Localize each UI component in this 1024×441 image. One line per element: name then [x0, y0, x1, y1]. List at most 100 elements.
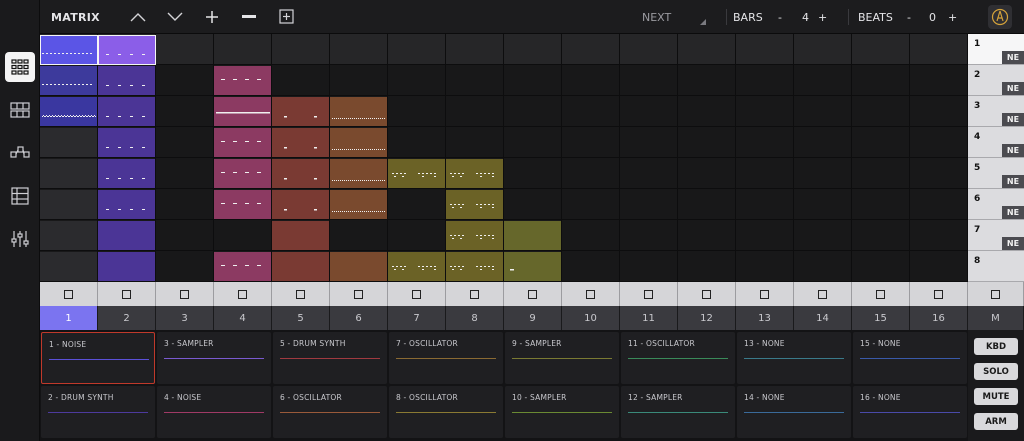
empty-clip-slot[interactable] [562, 251, 620, 282]
track-select-button[interactable]: 8 [446, 306, 504, 330]
empty-clip-slot[interactable] [388, 96, 446, 127]
empty-clip-slot[interactable] [562, 158, 620, 189]
clip-cell[interactable] [272, 159, 330, 189]
scene-launch-button[interactable]: 6 NE [968, 189, 1024, 220]
device-slot[interactable]: 6 - OSCILLATOR [273, 386, 387, 438]
device-slot[interactable]: 14 - NONE [737, 386, 851, 438]
device-slot[interactable]: 4 - NOISE [157, 386, 271, 438]
device-slot[interactable]: 12 - SAMPLER [621, 386, 735, 438]
clip-cell[interactable] [272, 252, 330, 282]
track-stop-button[interactable] [852, 282, 910, 306]
empty-clip-slot[interactable] [562, 220, 620, 251]
track-stop-button[interactable] [40, 282, 98, 306]
empty-clip-slot[interactable] [446, 127, 504, 158]
empty-clip-slot[interactable] [736, 65, 794, 96]
track-select-button[interactable]: 5 [272, 306, 330, 330]
empty-clip-slot[interactable] [214, 220, 272, 251]
clip-cell[interactable] [330, 159, 388, 189]
clip-cell[interactable] [98, 252, 156, 282]
empty-clip-slot[interactable] [736, 251, 794, 282]
empty-clip-slot[interactable] [852, 251, 910, 282]
matrix-view-button[interactable] [5, 52, 35, 82]
add-scene-button[interactable] [201, 7, 223, 27]
empty-clip-slot[interactable] [852, 65, 910, 96]
empty-clip-slot[interactable] [736, 220, 794, 251]
empty-clip-slot[interactable] [678, 158, 736, 189]
beats-decrement-button[interactable]: - [907, 0, 911, 34]
empty-clip-slot[interactable] [156, 127, 214, 158]
empty-clip-slot[interactable] [794, 158, 852, 189]
scene-launch-button[interactable]: 3 NE [968, 96, 1024, 127]
empty-clip-slot[interactable] [272, 65, 330, 96]
empty-clip-slot[interactable] [504, 158, 562, 189]
track-select-button[interactable]: 6 [330, 306, 388, 330]
empty-clip-slot[interactable] [794, 127, 852, 158]
clip-cell[interactable] [446, 221, 504, 251]
empty-clip-slot[interactable] [910, 189, 968, 220]
device-slot[interactable]: 8 - OSCILLATOR [389, 386, 503, 438]
empty-clip-slot[interactable] [388, 127, 446, 158]
scene-launch-button[interactable]: 5 NE [968, 158, 1024, 189]
empty-clip-slot[interactable] [736, 96, 794, 127]
empty-clip-slot[interactable] [562, 65, 620, 96]
empty-clip-slot[interactable] [446, 96, 504, 127]
empty-clip-slot[interactable] [156, 65, 214, 96]
app-logo[interactable] [988, 5, 1012, 29]
track-stop-button[interactable] [330, 282, 388, 306]
device-slot[interactable]: 10 - SAMPLER [505, 386, 619, 438]
track-select-button[interactable]: 2 [98, 306, 156, 330]
remove-scene-button[interactable] [238, 7, 260, 27]
empty-clip-slot[interactable] [156, 96, 214, 127]
track-select-button[interactable]: 15 [852, 306, 910, 330]
empty-clip-slot[interactable] [504, 96, 562, 127]
empty-clip-slot[interactable] [156, 158, 214, 189]
empty-clip-slot[interactable] [910, 96, 968, 127]
empty-clip-slot[interactable] [620, 65, 678, 96]
track-stop-button[interactable] [620, 282, 678, 306]
empty-clip-slot[interactable] [388, 65, 446, 96]
empty-clip-slot[interactable] [620, 158, 678, 189]
scene-launch-button[interactable]: 2 NE [968, 65, 1024, 96]
empty-clip-slot[interactable] [852, 220, 910, 251]
clip-cell[interactable] [40, 252, 98, 282]
empty-clip-slot[interactable] [330, 220, 388, 251]
track-select-button[interactable]: 4 [214, 306, 272, 330]
device-slot[interactable]: 11 - OSCILLATOR [621, 332, 735, 384]
track-select-button[interactable]: 1 [40, 306, 98, 330]
empty-clip-slot[interactable] [736, 158, 794, 189]
clip-cell[interactable] [446, 159, 504, 189]
track-select-button[interactable]: 3 [156, 306, 214, 330]
master-stop-button[interactable] [968, 282, 1024, 306]
empty-clip-slot[interactable] [272, 34, 330, 65]
empty-clip-slot[interactable] [852, 127, 910, 158]
clip-cell[interactable] [98, 159, 156, 189]
track-stop-button[interactable] [678, 282, 736, 306]
master-track-button[interactable]: M [968, 306, 1024, 330]
track-stop-button[interactable] [98, 282, 156, 306]
empty-clip-slot[interactable] [620, 189, 678, 220]
empty-clip-slot[interactable] [794, 251, 852, 282]
clip-cell[interactable] [214, 66, 272, 96]
empty-clip-slot[interactable] [852, 189, 910, 220]
device-slot[interactable]: 13 - NONE [737, 332, 851, 384]
empty-clip-slot[interactable] [678, 65, 736, 96]
clip-cell[interactable] [272, 221, 330, 251]
clip-cell[interactable] [40, 221, 98, 251]
empty-clip-slot[interactable] [620, 251, 678, 282]
arm-button[interactable]: ARM [974, 413, 1018, 430]
beats-increment-button[interactable]: + [948, 0, 957, 34]
device-slot[interactable]: 5 - DRUM SYNTH [273, 332, 387, 384]
empty-clip-slot[interactable] [910, 158, 968, 189]
clip-cell[interactable] [98, 190, 156, 220]
empty-clip-slot[interactable] [446, 34, 504, 65]
clip-cell[interactable] [446, 252, 504, 282]
empty-clip-slot[interactable] [562, 34, 620, 65]
empty-clip-slot[interactable] [852, 96, 910, 127]
clip-cell[interactable] [214, 159, 272, 189]
empty-clip-slot[interactable] [910, 127, 968, 158]
scene-launch-button[interactable]: 4 NE [968, 127, 1024, 158]
empty-clip-slot[interactable] [910, 65, 968, 96]
scene-launch-button[interactable]: 1 NE [968, 34, 1024, 65]
device-slot[interactable]: 9 - SAMPLER [505, 332, 619, 384]
empty-clip-slot[interactable] [156, 251, 214, 282]
